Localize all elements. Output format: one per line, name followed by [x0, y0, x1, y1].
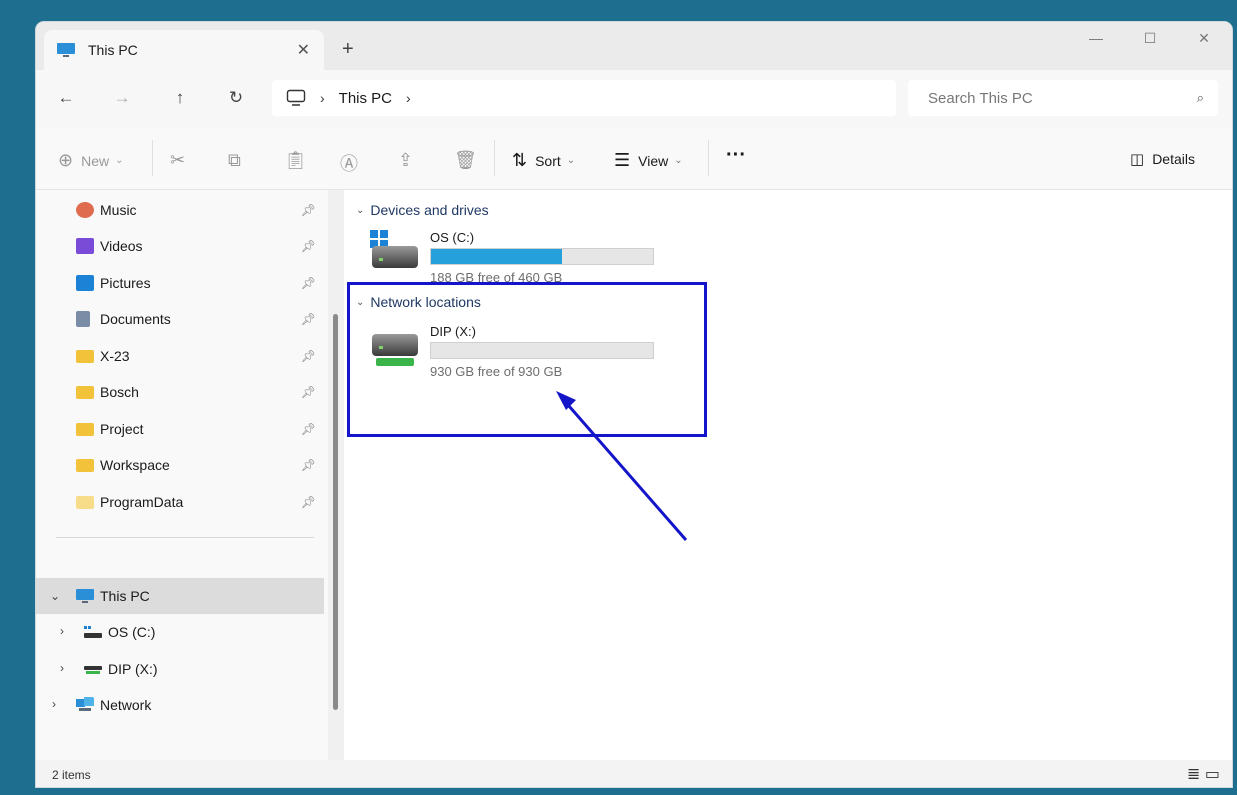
annotation-arrow: [556, 391, 688, 541]
